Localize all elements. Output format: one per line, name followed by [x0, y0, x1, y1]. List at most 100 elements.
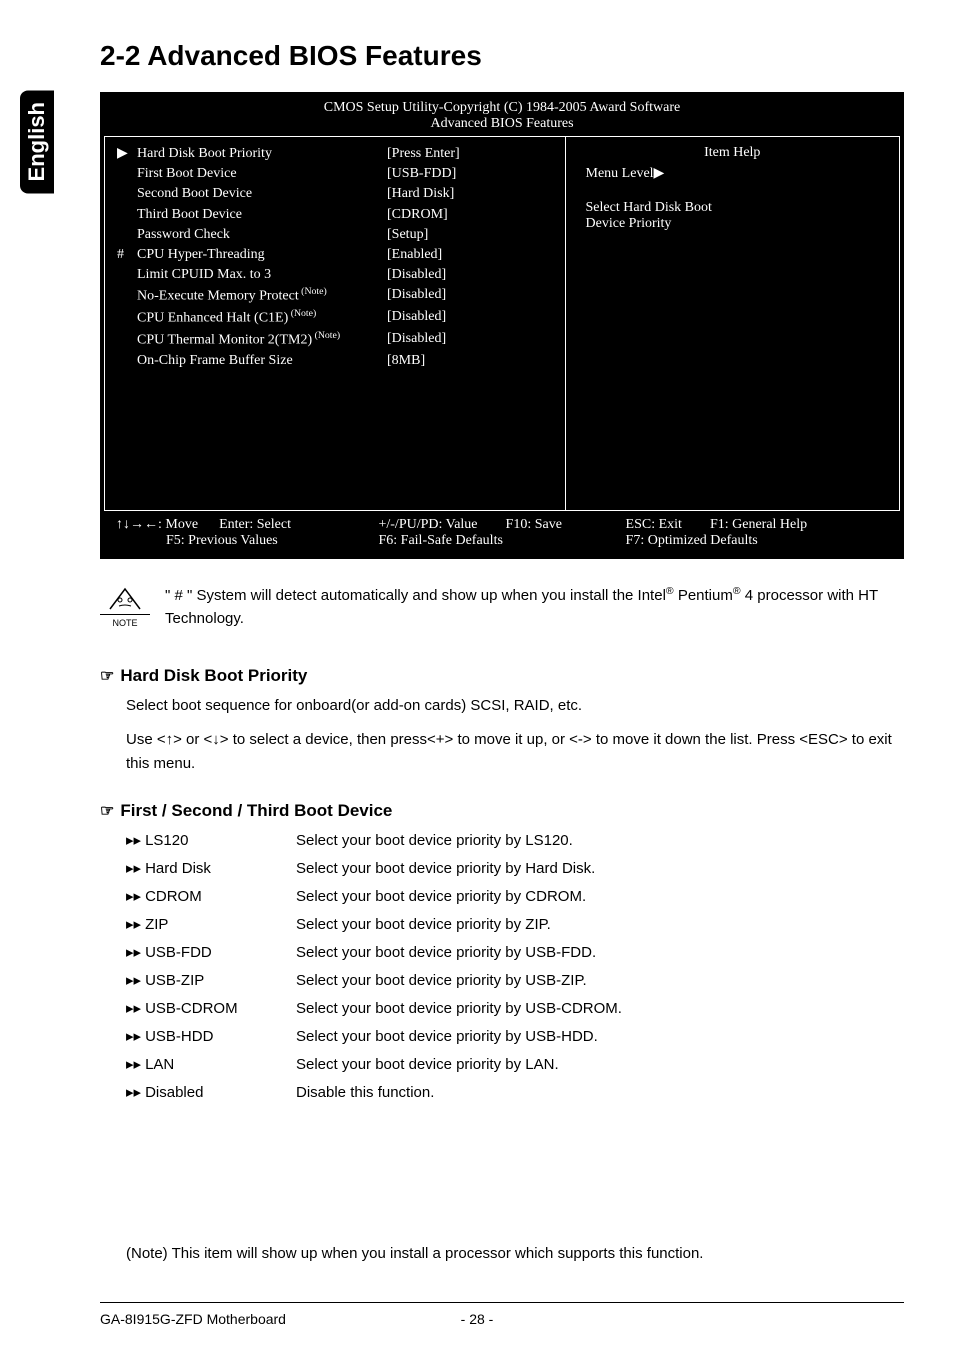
footer-page-number: - 28 - [461, 1311, 494, 1327]
bios-key-move: ↑↓→←: Move [116, 517, 198, 532]
bios-footer: ↑↓→←: Move Enter: Select F5: Previous Va… [104, 511, 900, 555]
option-desc: Select your boot device priority by USB-… [296, 1025, 598, 1049]
double-arrow-icon: ▸▸ [126, 832, 141, 849]
bios-key-failsafe: F6: Fail-Safe Defaults [378, 533, 502, 548]
option-desc: Select your boot device priority by LAN. [296, 1053, 559, 1077]
double-arrow-icon: ▸▸ [126, 944, 141, 961]
bios-row-label: CPU Enhanced Halt (C1E) [137, 311, 288, 326]
bios-header-line2: Advanced BIOS Features [104, 116, 900, 132]
bios-item-row: Password Check [Setup] [117, 226, 553, 244]
bios-item-row: On-Chip Frame Buffer Size[8MB] [117, 352, 553, 370]
bios-key-help: F1: General Help [710, 517, 807, 532]
option-desc: Select your boot device priority by ZIP. [296, 913, 551, 937]
option-row: ▸▸USB-HDDSelect your boot device priorit… [126, 1025, 904, 1049]
section-heading: ☞Hard Disk Boot Priority [100, 666, 904, 686]
option-list: ▸▸LS120Select your boot device priority … [126, 829, 904, 1105]
section-paragraph: Select boot sequence for onboard(or add-… [126, 694, 904, 718]
bios-row-marker: # [117, 246, 137, 264]
bios-item-row: First Boot Device [USB-FDD] [117, 165, 553, 183]
double-arrow-icon: ▸▸ [126, 916, 141, 933]
double-arrow-icon: ▸▸ [126, 860, 141, 877]
page-footer: GA-8I915G-ZFD Motherboard - 28 - [100, 1302, 904, 1327]
bios-key-optimized: F7: Optimized Defaults [626, 533, 758, 548]
bios-row-label: CPU Thermal Monitor 2(TM2) [137, 333, 312, 348]
option-name: LAN [145, 1056, 174, 1073]
bios-item-row: Second Boot Device [Hard Disk] [117, 185, 553, 203]
option-row: ▸▸LAN Select your boot device priority by… [126, 1053, 904, 1077]
bios-key-prev: F5: Previous Values [166, 533, 278, 548]
bios-row-label: First Boot Device [137, 166, 237, 181]
bios-item-row: No-Execute Memory Protect (Note) [Disable… [117, 286, 553, 306]
double-arrow-icon: ▸▸ [126, 1084, 141, 1101]
bios-row-label: Third Boot Device [137, 207, 242, 222]
bios-screen: CMOS Setup Utility-Copyright (C) 1984-20… [100, 92, 904, 559]
option-row: ▸▸USB-FDDSelect your boot device priorit… [126, 941, 904, 965]
bios-help-title: Item Help [586, 145, 879, 161]
bios-row-label: CPU Hyper-Threading [137, 247, 265, 262]
bios-item-row: #CPU Hyper-Threading [Enabled] [117, 246, 553, 264]
bios-menu-level-label: Menu Level [586, 166, 654, 181]
option-desc: Select your boot device priority by CDRO… [296, 885, 586, 909]
option-desc: Select your boot device priority by USB-… [296, 997, 622, 1021]
bios-row-value: [CDROM] [387, 206, 553, 224]
double-arrow-icon: ▸▸ [126, 972, 141, 989]
bios-row-value: [Disabled] [387, 308, 553, 328]
bios-row-value: [Press Enter] [387, 145, 553, 163]
bios-row-value: [USB-FDD] [387, 165, 553, 183]
bios-row-note: (Note) [288, 308, 316, 319]
double-arrow-icon: ▸▸ [126, 888, 141, 905]
option-row: ▸▸CDROM Select your boot device priority … [126, 885, 904, 909]
bios-row-label: Hard Disk Boot Priority [137, 146, 272, 161]
pointing-hand-icon: ☞ [100, 666, 114, 686]
double-arrow-icon: ▸▸ [126, 1000, 141, 1017]
bios-item-row: ▶Hard Disk Boot Priority [Press Enter] [117, 145, 553, 163]
option-name: Hard Disk [145, 860, 211, 877]
bios-item-row: CPU Thermal Monitor 2(TM2) (Note) [Disabl… [117, 330, 553, 350]
bios-row-note: (Note) [299, 286, 327, 297]
bios-row-value: [Setup] [387, 226, 553, 244]
bios-row-marker: ▶ [117, 145, 137, 163]
bios-row-value: [Enabled] [387, 246, 553, 264]
option-name: LS120 [145, 832, 188, 849]
note-icon: NOTE [100, 584, 150, 631]
option-desc: Select your boot device priority by LS12… [296, 829, 573, 853]
bios-row-label: Password Check [137, 227, 230, 242]
option-row: ▸▸Hard Disk Select your boot device prior… [126, 857, 904, 881]
bios-row-note: (Note) [312, 330, 340, 341]
bios-row-value: [8MB] [387, 352, 553, 370]
bios-items-panel: ▶Hard Disk Boot Priority [Press Enter] Fir… [105, 137, 566, 510]
bios-row-label: Second Boot Device [137, 186, 252, 201]
bios-item-row: Third Boot Device [CDROM] [117, 206, 553, 224]
page-title: 2-2 Advanced BIOS Features [100, 40, 904, 72]
option-row: ▸▸LS120 Select your boot device priority … [126, 829, 904, 853]
option-desc: Disable this function. [296, 1081, 434, 1105]
option-name: USB-FDD [145, 944, 212, 961]
bios-row-label: No-Execute Memory Protect [137, 289, 299, 304]
bios-help-panel: Item Help Menu Level▶ Select Hard Disk B… [566, 137, 899, 510]
bios-row-value: [Disabled] [387, 286, 553, 306]
bios-key-exit: ESC: Exit [626, 517, 682, 532]
footer-product: GA-8I915G-ZFD Motherboard [100, 1311, 286, 1327]
doc-section: ☞First / Second / Third Boot Device▸▸LS1… [100, 801, 904, 1105]
doc-section: ☞Hard Disk Boot Priority Select boot sequ… [100, 666, 904, 776]
double-arrow-icon: ▸▸ [126, 1056, 141, 1073]
bios-key-select: Enter: Select [219, 517, 291, 532]
pointing-hand-icon: ☞ [100, 801, 114, 821]
play-icon: ▶ [654, 166, 665, 181]
bios-item-row: CPU Enhanced Halt (C1E) (Note) [Disabled] [117, 308, 553, 328]
section-body: Select boot sequence for onboard(or add-… [126, 694, 904, 776]
option-row: ▸▸USB-CDROMSelect your boot device prior… [126, 997, 904, 1021]
bios-row-value: [Hard Disk] [387, 185, 553, 203]
bios-key-save: F10: Save [506, 517, 562, 532]
option-row: ▸▸ZIPSelect your boot device priority by… [126, 913, 904, 937]
bios-row-value: [Disabled] [387, 330, 553, 350]
option-row: ▸▸USB-ZIPSelect your boot device priorit… [126, 969, 904, 993]
bios-help-desc2: Device Priority [586, 216, 879, 232]
bios-row-label: Limit CPUID Max. to 3 [137, 267, 271, 282]
option-name: CDROM [145, 888, 202, 905]
section-heading: ☞First / Second / Third Boot Device [100, 801, 904, 821]
note-text: " # " System will detect automatically a… [165, 584, 904, 630]
option-name: USB-HDD [145, 1028, 213, 1045]
option-desc: Select your boot device priority by Hard… [296, 857, 595, 881]
option-name: Disabled [145, 1084, 203, 1101]
